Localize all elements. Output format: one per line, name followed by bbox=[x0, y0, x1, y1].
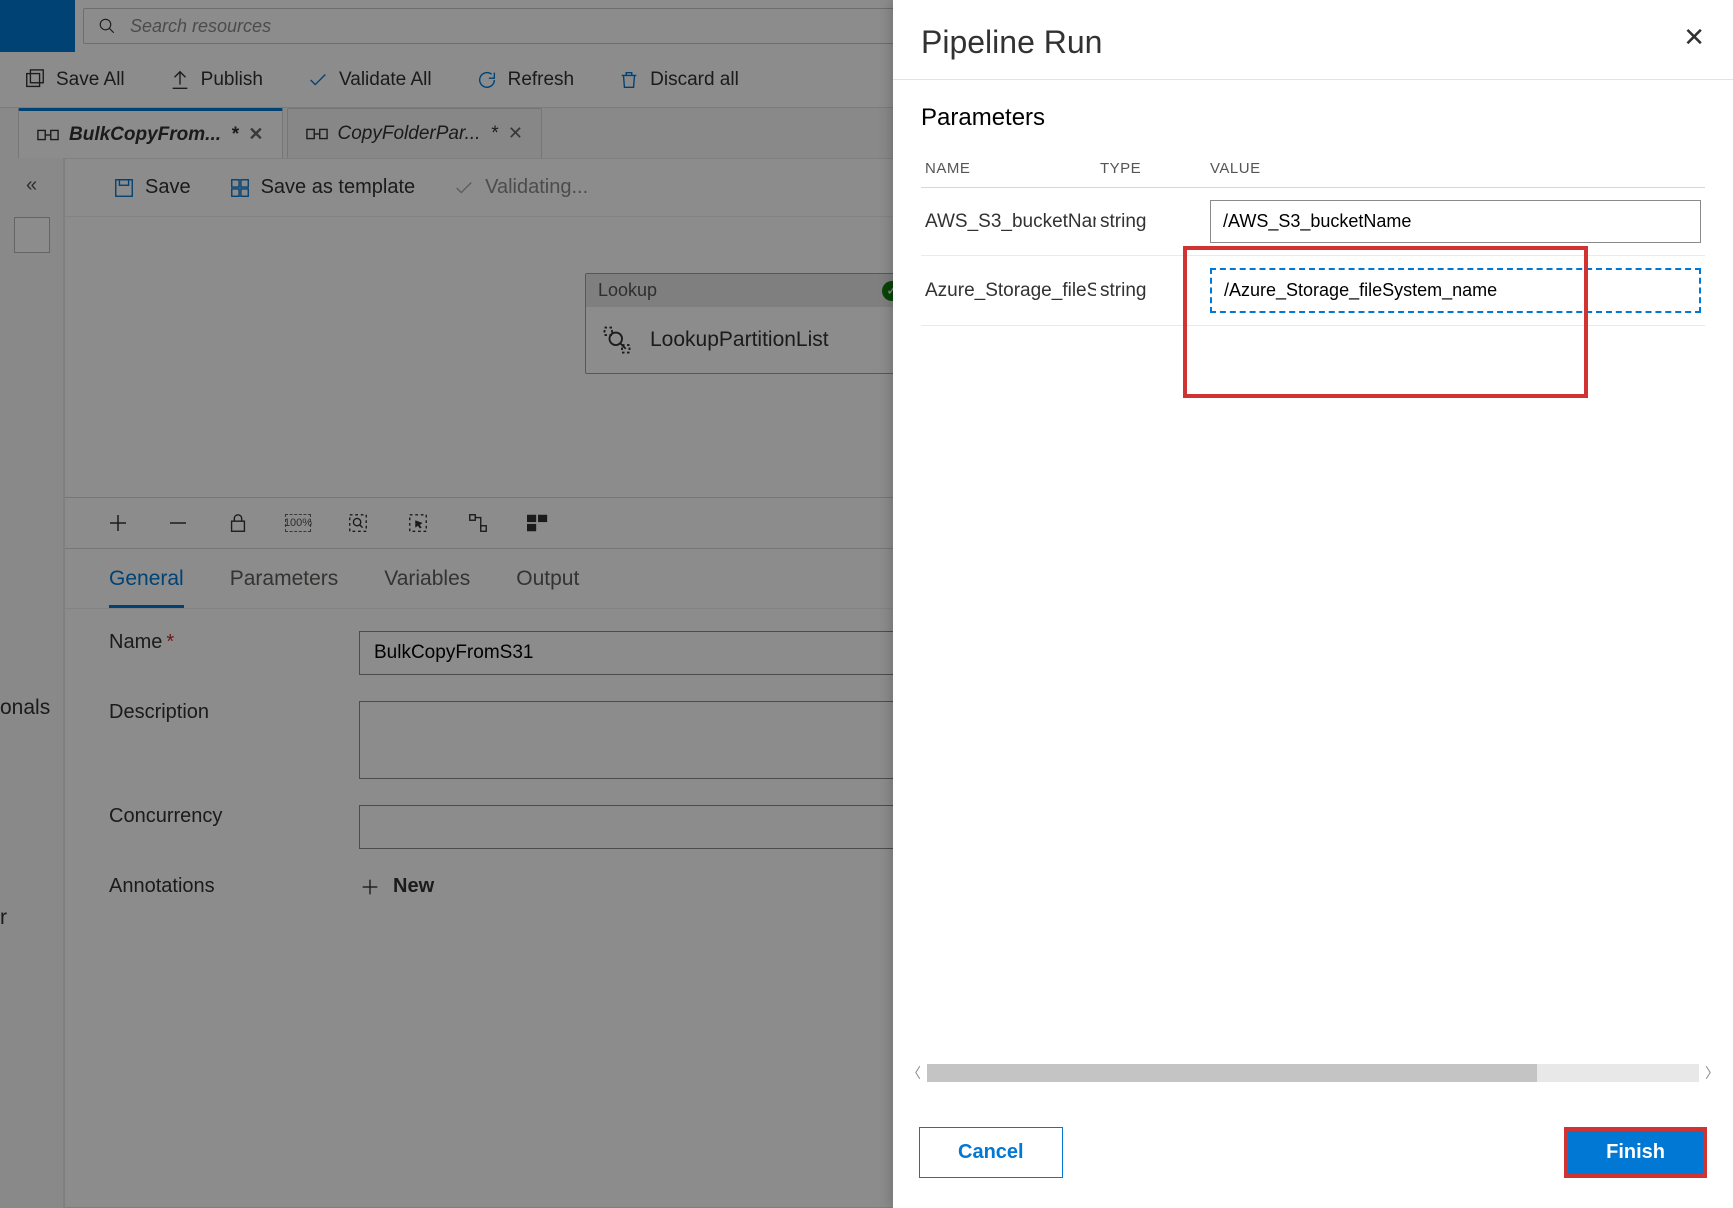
col-value: VALUE bbox=[1206, 150, 1705, 188]
finish-button[interactable]: Finish bbox=[1564, 1127, 1707, 1178]
scrollbar-thumb[interactable] bbox=[927, 1064, 1537, 1082]
scroll-left-icon[interactable]: 〈 bbox=[907, 1063, 921, 1083]
col-type: TYPE bbox=[1096, 150, 1206, 188]
parameters-heading: Parameters bbox=[921, 104, 1705, 132]
param-row: Azure_Storage_fileSystem string bbox=[921, 256, 1705, 326]
scroll-right-icon[interactable]: 〉 bbox=[1705, 1063, 1719, 1083]
param-value-input[interactable] bbox=[1210, 200, 1701, 243]
param-value-input[interactable] bbox=[1210, 268, 1701, 313]
parameters-table: NAME TYPE VALUE AWS_S3_bucketName string… bbox=[921, 150, 1705, 326]
panel-title: Pipeline Run bbox=[921, 24, 1102, 61]
horizontal-scrollbar[interactable]: 〈 〉 bbox=[907, 1063, 1719, 1083]
pipeline-run-panel: Pipeline Run ✕ Parameters NAME TYPE VALU… bbox=[893, 0, 1733, 1208]
close-icon[interactable]: ✕ bbox=[1683, 24, 1705, 50]
col-name: NAME bbox=[921, 150, 1096, 188]
cancel-button[interactable]: Cancel bbox=[919, 1127, 1063, 1178]
param-row: AWS_S3_bucketName string bbox=[921, 188, 1705, 256]
